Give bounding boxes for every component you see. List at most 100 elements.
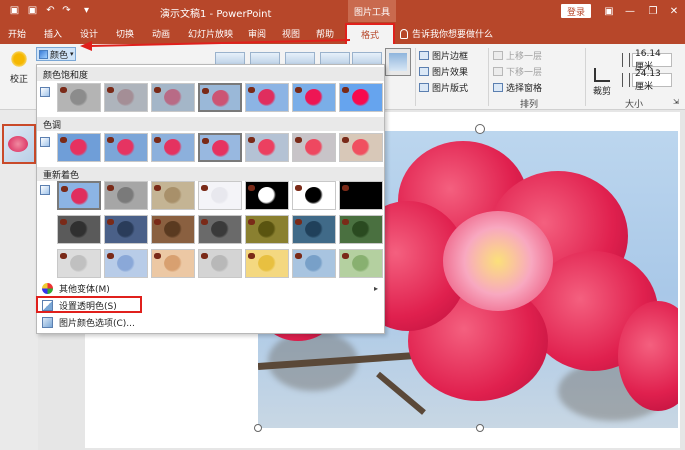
color-swatch[interactable]: [292, 181, 336, 210]
color-swatch[interactable]: [245, 249, 289, 278]
swatch-detail: [295, 219, 302, 225]
swatch-detail: [201, 253, 208, 259]
swatch-flower: [117, 255, 135, 272]
swatch-flower: [212, 90, 230, 107]
color-button[interactable]: 颜色 ▾: [36, 47, 76, 61]
rotate-handle-icon[interactable]: [475, 124, 485, 134]
color-swatch[interactable]: [57, 249, 101, 278]
crop-button[interactable]: 裁剪: [590, 68, 614, 97]
picture-layout-button[interactable]: 图片版式: [419, 81, 468, 94]
chevron-right-icon: ▸: [373, 284, 378, 293]
saturation-header: 颜色饱和度: [37, 67, 384, 81]
color-swatch[interactable]: [198, 215, 242, 244]
color-swatch[interactable]: [151, 83, 195, 112]
picture-border-button[interactable]: 图片边框: [419, 49, 468, 62]
color-swatch[interactable]: [245, 133, 289, 162]
swatch-detail: [295, 87, 302, 93]
tab-start[interactable]: 开始: [8, 27, 26, 40]
width-input[interactable]: 24.13 厘米: [632, 69, 672, 92]
color-swatch[interactable]: [104, 83, 148, 112]
color-swatch[interactable]: [57, 215, 101, 244]
document-title: 演示文稿1 - PowerPoint: [160, 9, 272, 20]
corrections-button[interactable]: 校正: [6, 50, 32, 90]
picture-border-icon: [419, 51, 429, 60]
annotation-arrow-icon: [80, 39, 351, 51]
swatch-detail: [154, 87, 161, 93]
bring-forward-icon: [493, 51, 503, 60]
swatch-flower: [258, 187, 276, 204]
quick-access-customize-icon[interactable]: ▾: [80, 4, 93, 17]
color-icon: [39, 49, 48, 59]
resize-handle[interactable]: [476, 424, 484, 432]
send-backward-button[interactable]: 下移一层: [493, 65, 542, 78]
color-swatch[interactable]: [198, 181, 242, 210]
color-swatch[interactable]: [245, 181, 289, 210]
picture-color-options-item[interactable]: 图片颜色选项(C)...: [37, 315, 384, 330]
swatch-flower: [164, 187, 182, 204]
save-icon[interactable]: ▣: [26, 4, 39, 17]
tell-me-search[interactable]: 告诉我你想要做什么: [400, 27, 493, 40]
picture-tools-label: 图片工具: [348, 0, 396, 22]
swatch-flower: [352, 187, 370, 204]
restore-button[interactable]: ❐: [645, 3, 661, 19]
swatch-detail: [342, 219, 349, 225]
color-swatch[interactable]: [104, 181, 148, 210]
selection-pane-button[interactable]: 选择窗格: [493, 81, 542, 94]
color-swatch[interactable]: [198, 249, 242, 278]
more-variations-label: 其他变体(M): [59, 285, 110, 295]
color-swatch[interactable]: [292, 215, 336, 244]
color-swatch[interactable]: [339, 215, 383, 244]
color-swatch[interactable]: [151, 215, 195, 244]
height-input[interactable]: 16.14 厘米: [632, 49, 672, 72]
picture-effects-button[interactable]: 图片效果: [419, 65, 468, 78]
color-swatch[interactable]: [245, 215, 289, 244]
color-swatch[interactable]: [57, 133, 101, 162]
color-swatch[interactable]: [292, 249, 336, 278]
color-swatch[interactable]: [198, 133, 242, 162]
swatch-flower: [70, 255, 88, 272]
swatch-flower: [70, 139, 88, 156]
swatch-detail: [60, 137, 67, 143]
color-swatch[interactable]: [104, 249, 148, 278]
color-swatch[interactable]: [57, 181, 101, 210]
redo-icon[interactable]: ↷: [60, 4, 73, 17]
color-swatch[interactable]: [292, 83, 336, 112]
bring-forward-button[interactable]: 上移一层: [493, 49, 542, 62]
undo-icon[interactable]: ↶: [44, 4, 57, 17]
swatch-detail: [248, 137, 255, 143]
login-button[interactable]: 登录: [561, 4, 591, 18]
swatch-flower: [305, 139, 323, 156]
ribbon-options-icon[interactable]: ▣: [601, 3, 617, 19]
swatch-flower: [164, 255, 182, 272]
tone-icon: [40, 137, 50, 147]
minimize-button[interactable]: —: [622, 3, 638, 19]
color-swatch[interactable]: [57, 83, 101, 112]
color-dropdown: 颜色饱和度 色调 重新着色 其他变体(M) ▸ 设置透明色(S) 图片颜色选项(…: [36, 64, 385, 334]
dialog-launcher-icon[interactable]: ⇲: [673, 98, 679, 106]
color-swatch[interactable]: [339, 83, 383, 112]
more-variations-item[interactable]: 其他变体(M) ▸: [37, 281, 384, 296]
title-bar: ▣ ▣ ↶ ↷ ▾ 演示文稿1 - PowerPoint 图片工具 登录 ▣ —…: [0, 0, 685, 22]
picture-effects-label: 图片效果: [432, 68, 469, 78]
color-swatch[interactable]: [339, 133, 383, 162]
resize-handle[interactable]: [254, 424, 262, 432]
color-swatch[interactable]: [198, 83, 242, 112]
swatch-detail: [342, 253, 349, 259]
color-swatch[interactable]: [245, 83, 289, 112]
close-button[interactable]: ✕: [666, 3, 682, 19]
color-swatch[interactable]: [104, 133, 148, 162]
color-swatch[interactable]: [104, 215, 148, 244]
color-swatch[interactable]: [292, 133, 336, 162]
picture-style-selected[interactable]: [385, 48, 411, 76]
swatch-flower: [164, 139, 182, 156]
tab-insert[interactable]: 插入: [44, 27, 62, 40]
swatch-detail: [342, 185, 349, 191]
color-swatch[interactable]: [339, 249, 383, 278]
color-swatch[interactable]: [339, 181, 383, 210]
color-swatch[interactable]: [151, 181, 195, 210]
swatch-flower: [70, 221, 88, 238]
slide-thumbnail[interactable]: [2, 124, 36, 164]
color-swatch[interactable]: [151, 249, 195, 278]
color-swatch[interactable]: [151, 133, 195, 162]
lightbulb-icon: [400, 29, 408, 39]
